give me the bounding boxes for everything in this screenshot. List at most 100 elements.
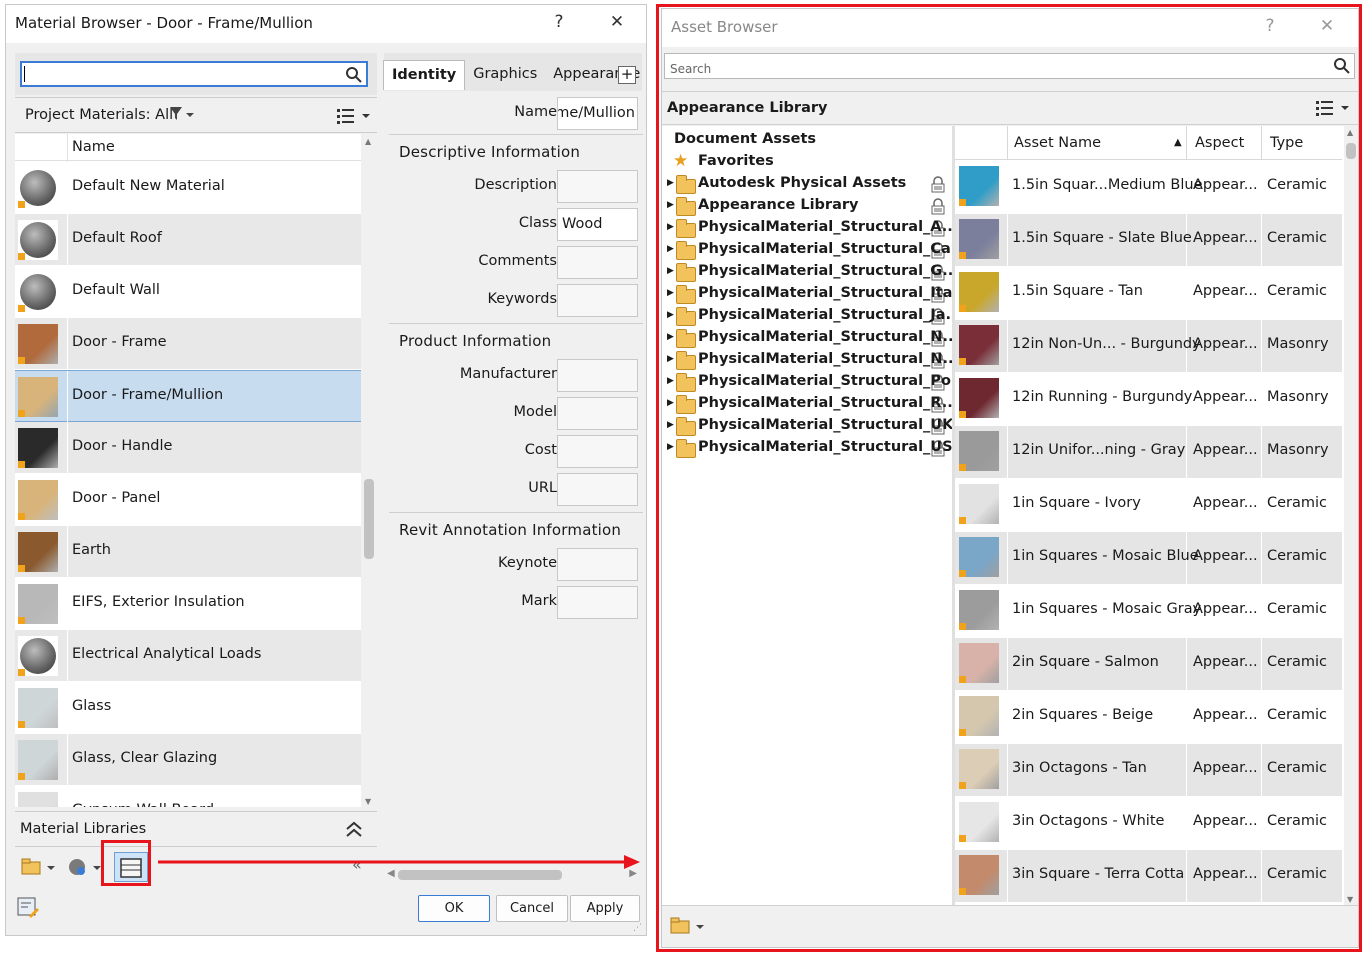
warning-badge-icon bbox=[18, 513, 25, 520]
material-row[interactable]: Door - Frame/Mullion bbox=[15, 370, 361, 423]
revit-annotation-header[interactable]: Revit Annotation Information bbox=[389, 512, 643, 546]
material-name: Door - Frame bbox=[72, 334, 167, 350]
material-row[interactable]: Default New Material bbox=[15, 162, 361, 214]
material-thumbnail bbox=[18, 220, 58, 260]
material-thumbnail bbox=[18, 532, 58, 572]
warning-badge-icon bbox=[18, 410, 25, 417]
library-folder-icon[interactable] bbox=[21, 857, 55, 877]
warning-badge-icon bbox=[18, 773, 25, 780]
name-label: Name bbox=[514, 104, 557, 120]
red-arrow bbox=[158, 855, 640, 869]
field-input-model[interactable] bbox=[557, 397, 638, 430]
material-thumbnail bbox=[18, 428, 58, 468]
material-name: Default Roof bbox=[72, 230, 162, 246]
create-material-icon[interactable] bbox=[67, 857, 101, 877]
highlight-box-asset-browser bbox=[656, 4, 1362, 952]
field-input-comments[interactable] bbox=[557, 246, 638, 279]
material-row[interactable]: Default Roof bbox=[15, 214, 361, 266]
highlight-box-asset-button bbox=[101, 840, 151, 886]
material-name: Door - Panel bbox=[72, 490, 161, 506]
material-thumbnail bbox=[18, 740, 58, 780]
material-row[interactable]: Earth bbox=[15, 526, 361, 578]
cancel-button[interactable]: Cancel bbox=[496, 895, 568, 922]
material-name: Door - Handle bbox=[72, 438, 173, 454]
warning-badge-icon bbox=[18, 357, 25, 364]
material-list: Name Default New Material Default Roof Def… bbox=[15, 134, 361, 807]
column-header-name[interactable]: Name bbox=[72, 139, 115, 155]
material-thumbnail bbox=[18, 688, 58, 728]
material-thumbnail bbox=[18, 377, 58, 417]
material-edit-icon[interactable] bbox=[17, 897, 39, 919]
material-name: Glass, Clear Glazing bbox=[72, 750, 218, 766]
material-row[interactable]: Default Wall bbox=[15, 266, 361, 318]
material-browser-titlebar: Material Browser - Door - Frame/Mullion … bbox=[6, 5, 646, 43]
material-thumbnail bbox=[18, 324, 58, 364]
field-label-keywords: Keywords bbox=[487, 291, 557, 307]
material-libraries-bar[interactable]: Material Libraries bbox=[15, 811, 377, 847]
field-input-url[interactable] bbox=[557, 473, 638, 506]
apply-button[interactable]: Apply bbox=[570, 895, 640, 922]
field-label-class: Class bbox=[518, 215, 557, 231]
project-materials-filter-label[interactable]: Project Materials: All bbox=[25, 107, 173, 123]
name-field[interactable]: Door - Frame/Mullion bbox=[557, 97, 638, 130]
material-row[interactable]: Door - Handle bbox=[15, 422, 361, 474]
ok-button[interactable]: OK bbox=[418, 895, 490, 922]
material-row[interactable]: Door - Frame bbox=[15, 318, 361, 370]
field-input-manufacturer[interactable] bbox=[557, 359, 638, 392]
field-label-url: URL bbox=[528, 480, 557, 496]
warning-badge-icon bbox=[18, 565, 25, 572]
tab-graphics[interactable]: Graphics bbox=[465, 60, 545, 90]
field-label-cost: Cost bbox=[524, 442, 557, 458]
close-button[interactable]: ✕ bbox=[605, 12, 629, 32]
material-name: Glass bbox=[72, 698, 112, 714]
field-input-keywords[interactable] bbox=[557, 284, 638, 317]
material-thumbnail bbox=[18, 636, 58, 676]
field-input-cost[interactable] bbox=[557, 435, 638, 468]
material-name: Gypsum Wall Board bbox=[72, 802, 214, 807]
material-row[interactable]: Gypsum Wall Board bbox=[15, 786, 361, 807]
material-thumbnail bbox=[18, 792, 58, 807]
search-icon[interactable] bbox=[345, 66, 363, 84]
material-list-scrollbar[interactable]: ▲ ▼ bbox=[362, 134, 376, 807]
material-search-input[interactable] bbox=[20, 61, 368, 87]
material-name: Electrical Analytical Loads bbox=[72, 646, 262, 662]
field-input-description[interactable] bbox=[557, 170, 638, 203]
material-name: Door - Frame/Mullion bbox=[72, 387, 224, 403]
collapse-up-icon[interactable] bbox=[345, 820, 363, 838]
field-label-keynote: Keynote bbox=[498, 555, 557, 571]
field-label-model: Model bbox=[513, 404, 557, 420]
warning-badge-icon bbox=[18, 253, 25, 260]
material-thumbnail bbox=[18, 272, 58, 312]
product-information-header[interactable]: Product Information bbox=[389, 323, 643, 357]
help-button[interactable]: ? bbox=[547, 12, 571, 32]
warning-badge-icon bbox=[18, 669, 25, 676]
material-name: Earth bbox=[72, 542, 111, 558]
material-row[interactable]: Door - Panel bbox=[15, 474, 361, 526]
list-view-icon[interactable] bbox=[336, 107, 372, 125]
material-thumbnail bbox=[18, 168, 58, 208]
warning-badge-icon bbox=[18, 721, 25, 728]
field-input-keynote[interactable] bbox=[557, 548, 638, 581]
material-row[interactable]: Electrical Analytical Loads bbox=[15, 630, 361, 682]
material-thumbnail bbox=[18, 480, 58, 520]
field-input-mark[interactable] bbox=[557, 586, 638, 619]
add-tab-button[interactable]: + bbox=[618, 66, 636, 84]
field-label-manufacturer: Manufacturer bbox=[459, 366, 557, 382]
material-row[interactable]: EIFS, Exterior Insulation bbox=[15, 578, 361, 630]
tab-identity[interactable]: Identity bbox=[383, 60, 466, 90]
warning-badge-icon bbox=[18, 617, 25, 624]
field-label-description: Description bbox=[474, 177, 557, 193]
material-name: EIFS, Exterior Insulation bbox=[72, 594, 245, 610]
filter-icon[interactable] bbox=[169, 106, 197, 122]
material-row[interactable]: Glass, Clear Glazing bbox=[15, 734, 361, 786]
warning-badge-icon bbox=[18, 201, 25, 208]
field-input-class[interactable]: Wood bbox=[557, 208, 638, 241]
material-libraries-label: Material Libraries bbox=[20, 821, 147, 837]
material-row[interactable]: Glass bbox=[15, 682, 361, 734]
resize-grip-icon[interactable]: ⋰ bbox=[633, 923, 642, 933]
warning-badge-icon bbox=[18, 305, 25, 312]
descriptive-information-header[interactable]: Descriptive Information bbox=[389, 134, 643, 168]
warning-badge-icon bbox=[18, 461, 25, 468]
material-browser-window: Material Browser - Door - Frame/Mullion … bbox=[5, 4, 647, 936]
material-name: Default Wall bbox=[72, 282, 160, 298]
